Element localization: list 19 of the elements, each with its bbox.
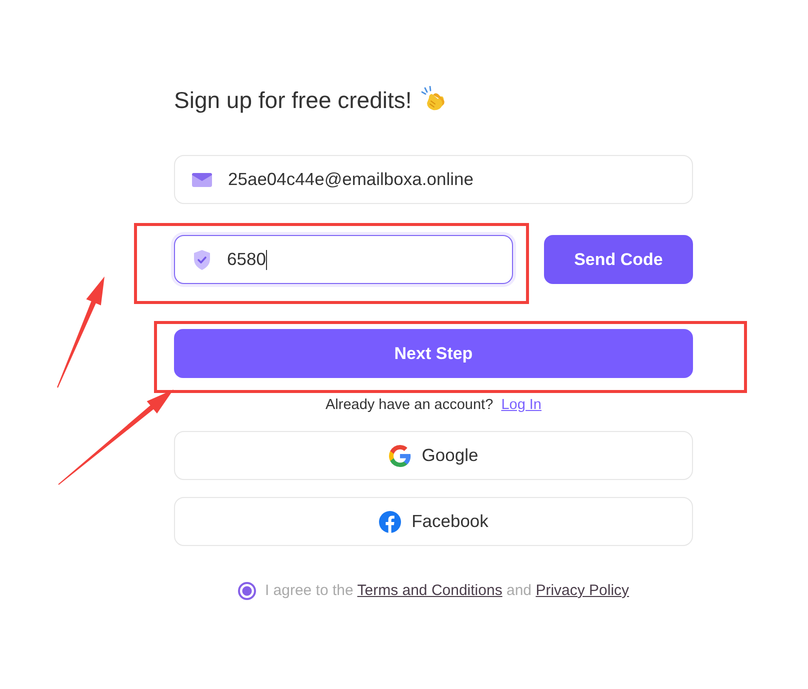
google-g-icon	[388, 444, 411, 466]
social-login-button[interactable]: Facebook	[174, 497, 693, 546]
login-prompt: Already have an account? Log In	[324, 396, 543, 414]
agreement-text: I agree to the Terms and Conditions and Privacy Policy	[264, 582, 630, 600]
login-link[interactable]: Log In	[501, 397, 542, 413]
social-login-button[interactable]: Google	[174, 431, 693, 480]
facebook-f-icon	[378, 510, 401, 532]
policy-link[interactable]: Terms and Conditions	[357, 582, 502, 599]
send-code-button[interactable]: Send Code	[544, 235, 693, 284]
agree-radio[interactable]	[238, 582, 256, 600]
shield-check-icon	[193, 250, 211, 270]
policy-link[interactable]: Privacy Policy	[536, 582, 630, 599]
text-cursor	[266, 250, 267, 270]
page-heading: Sign up for free credits!	[174, 86, 412, 114]
code-field[interactable]: 6580	[174, 235, 513, 284]
next-step-button[interactable]: Next Step	[174, 329, 693, 378]
email-field[interactable]: 25ae04c44e@emailboxa.online	[174, 155, 693, 204]
clapping-hands-icon	[420, 86, 446, 110]
envelope-icon	[192, 172, 212, 186]
